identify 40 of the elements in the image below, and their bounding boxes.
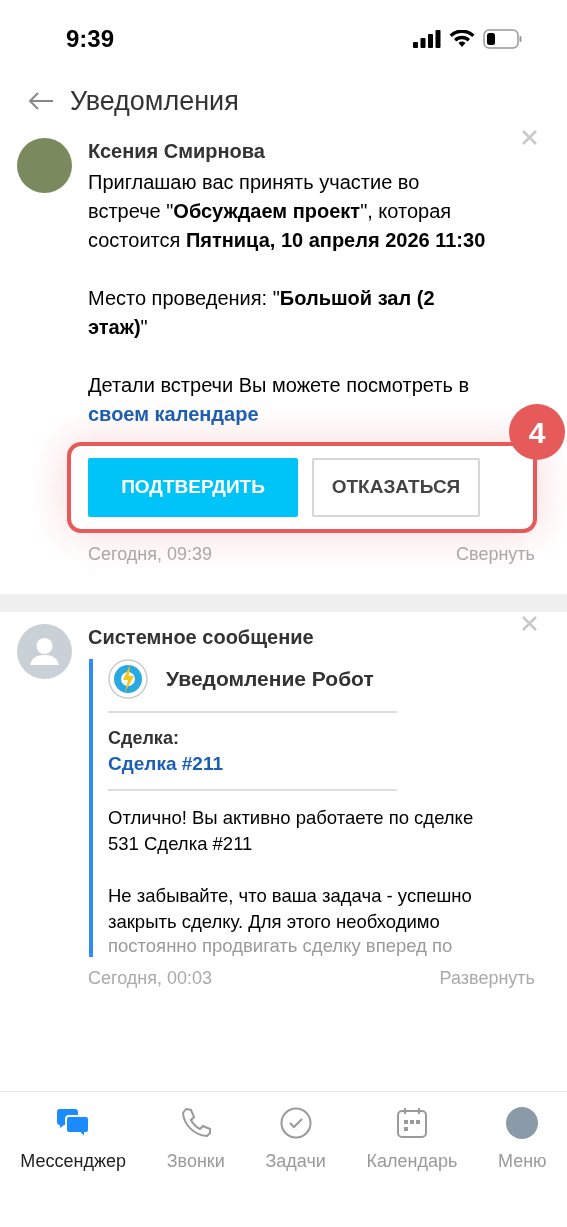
tab-bar-item[interactable]: Календарь (366, 1106, 458, 1175)
close-icon[interactable] (522, 130, 537, 145)
message-text: Отлично! Вы активно работаете по сделке 531 Сделка #211 (108, 806, 475, 856)
message-text: Место проведения: "Большой зал (2 этаж)" (88, 286, 436, 340)
timestamp: Сегодня, 09:39 (88, 543, 213, 566)
wifi-icon (449, 30, 475, 48)
profile-photo-placeholder (506, 1107, 539, 1139)
tab-bar-item[interactable]: Звонки (166, 1106, 225, 1175)
avatar-photo-placeholder (17, 138, 72, 193)
back-arrow-icon[interactable] (28, 92, 54, 110)
close-icon[interactable] (522, 616, 537, 631)
checkmark-circle-icon (279, 1107, 312, 1139)
collapse-link[interactable]: Развернуть (439, 965, 535, 992)
calendar-link[interactable]: своем календаре (88, 403, 259, 425)
deal-link[interactable]: Сделка #211 (108, 751, 223, 777)
secondary-button[interactable]: ОТКАЗАТЬСЯ (312, 458, 480, 517)
signal-icon (413, 30, 441, 48)
battery-icon (483, 29, 523, 49)
calendar-icon (395, 1107, 428, 1139)
status-time: 9:39 (66, 24, 115, 54)
chat-bubbles-icon (56, 1107, 91, 1139)
page-title: Уведомления (70, 84, 239, 118)
tab-bar-item[interactable]: Мессенджер (20, 1106, 127, 1175)
field-label: Сделка: (108, 727, 180, 750)
phone-icon (179, 1107, 212, 1139)
avatar-silhouette-icon (17, 624, 72, 679)
message-text: Приглашаю вас принять участие во встрече "Обсуждаем проект", которая состоится Пятница, 10 апреля 2026 11:30 (88, 170, 487, 253)
card-title: Уведомление Робот (166, 666, 374, 693)
primary-button[interactable]: ПОДТВЕРДИТЬ (88, 458, 298, 517)
faded-text: постоянно продвигать сделку вперед по (108, 935, 454, 957)
sender-name: Ксения Смирнова (88, 139, 265, 164)
collapse-link[interactable]: Свернуть (456, 541, 535, 568)
timestamp: Сегодня, 00:03 (88, 967, 213, 990)
tab-bar-item[interactable]: Задачи (265, 1106, 326, 1175)
message-text: Не забывайте, что ваша задача - успешно закрыть сделку. Для этого необходимо (108, 884, 473, 934)
message-text: Детали встречи Вы можете посмотреть в своем календаре (88, 373, 470, 427)
step-badge: 4 (509, 404, 565, 460)
robot-gear-icon (108, 659, 148, 699)
tab-bar-item[interactable]: Меню (497, 1106, 547, 1175)
sender-name: Системное сообщение (88, 625, 314, 650)
